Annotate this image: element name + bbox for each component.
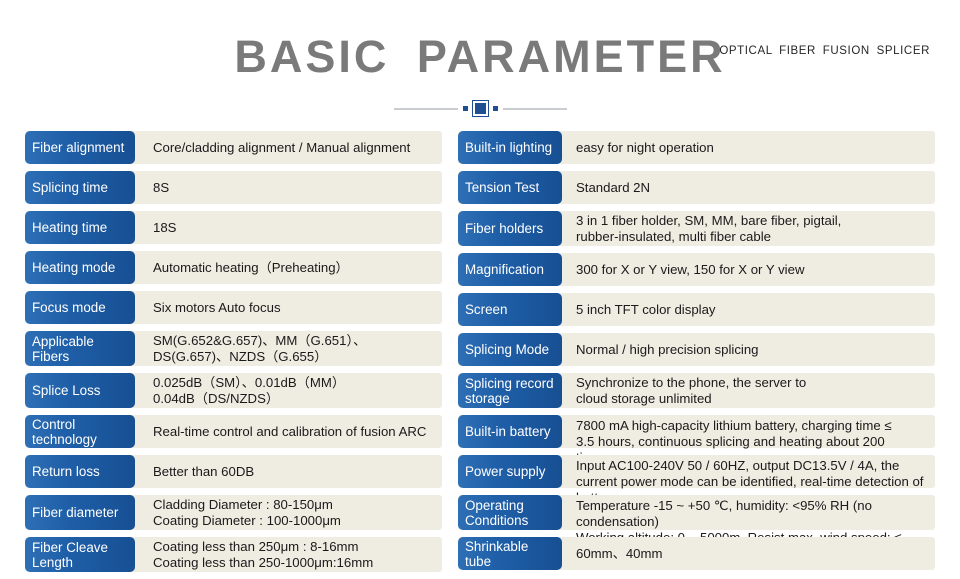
spec-label-operating-conditions: Operating Conditions bbox=[458, 495, 562, 530]
spec-value-text: Normal / high precision splicing bbox=[576, 341, 759, 357]
spec-value-text: Cladding Diameter : 80-150μm Coating Dia… bbox=[153, 496, 341, 528]
spec-value-text: Better than 60DB bbox=[153, 463, 255, 479]
divider-line-right bbox=[502, 107, 567, 110]
spec-column-right: easy for night operation Built-in lightin… bbox=[458, 131, 935, 577]
spec-row: Normal / high precision splicing Splicing… bbox=[458, 333, 935, 366]
spec-value-text: 18S bbox=[153, 219, 177, 235]
divider-square-large bbox=[472, 101, 488, 116]
spec-row: easy for night operation Built-in lightin… bbox=[458, 131, 935, 164]
spec-value-text: SM(G.652&G.657)、MM（G.651）、 DS(G.657)、NZD… bbox=[153, 332, 367, 364]
spec-label-applicable-fibers: Applicable Fibers bbox=[25, 331, 135, 366]
spec-value-text: 5 inch TFT color display bbox=[576, 301, 716, 317]
spec-row: Synchronize to the phone, the server to … bbox=[458, 373, 935, 408]
spec-row: Standard 2N Tension Test bbox=[458, 171, 935, 204]
spec-label-heating-mode: Heating mode bbox=[25, 251, 135, 284]
spec-row: Core/cladding alignment / Manual alignme… bbox=[25, 131, 442, 164]
spec-label-splicing-record-storage: Splicing record storage bbox=[458, 373, 562, 408]
spec-row: 300 for X or Y view, 150 for X or Y view… bbox=[458, 253, 935, 286]
spec-row: 0.025dB（SM）、0.01dB（MM） 0.04dB（DS/NZDS） Sp… bbox=[25, 373, 442, 408]
spec-label-heating-time: Heating time bbox=[25, 211, 135, 244]
spec-label-screen: Screen bbox=[458, 293, 562, 326]
spec-value-text: 8S bbox=[153, 179, 170, 195]
spec-row: 7800 mA high-capacity lithium battery, c… bbox=[458, 415, 935, 465]
spec-value-text: Standard 2N bbox=[576, 179, 651, 195]
spec-value-text: Synchronize to the phone, the server to … bbox=[576, 374, 807, 406]
spec-label-magnification: Magnification bbox=[458, 253, 562, 286]
product-category-label: OPTICAL FIBER FUSION SPLICER bbox=[719, 45, 930, 57]
spec-label-built-in-battery: Built-in battery bbox=[458, 415, 562, 448]
spec-row: Six motors Auto focus Focus mode bbox=[25, 291, 442, 324]
spec-row: Input AC100-240V 50 / 60HZ, output DC13.… bbox=[458, 455, 935, 505]
spec-value-text: easy for night operation bbox=[576, 139, 714, 155]
spec-value-text: Six motors Auto focus bbox=[153, 299, 281, 315]
divider-square-small-right bbox=[492, 106, 498, 111]
spec-row: 60mm、40mm Shrinkable tube bbox=[458, 537, 935, 570]
spec-label-tension-test: Tension Test bbox=[458, 171, 562, 204]
spec-value-text: Core/cladding alignment / Manual alignme… bbox=[153, 139, 411, 155]
spec-label-built-in-lighting: Built-in lighting bbox=[458, 131, 562, 164]
spec-column-left: Core/cladding alignment / Manual alignme… bbox=[25, 131, 442, 579]
spec-row: SM(G.652&G.657)、MM（G.651）、 DS(G.657)、NZD… bbox=[25, 331, 442, 366]
spec-row: Cladding Diameter : 80-150μm Coating Dia… bbox=[25, 495, 442, 530]
spec-label-focus-mode: Focus mode bbox=[25, 291, 135, 324]
spec-row: Automatic heating（Preheating） Heating mod… bbox=[25, 251, 442, 284]
spec-label-splicing-time: Splicing time bbox=[25, 171, 135, 204]
spec-value-text: Automatic heating（Preheating） bbox=[153, 259, 349, 275]
decorative-divider bbox=[365, 101, 595, 116]
spec-label-power-supply: Power supply bbox=[458, 455, 562, 488]
spec-value-text: 0.025dB（SM）、0.01dB（MM） 0.04dB（DS/NZDS） bbox=[153, 374, 346, 406]
spec-row: Temperature -15 ~ +50 ℃, humidity: <95% … bbox=[458, 495, 935, 561]
spec-value-text: Real-time control and calibration of fus… bbox=[153, 423, 427, 439]
spec-row: 8S Splicing time bbox=[25, 171, 442, 204]
specifications-table: Core/cladding alignment / Manual alignme… bbox=[0, 131, 960, 572]
spec-row: 5 inch TFT color display Screen bbox=[458, 293, 935, 326]
page-header: BASIC PARAMETER OPTICAL FIBER FUSION SPL… bbox=[0, 0, 960, 128]
spec-value-text: 300 for X or Y view, 150 for X or Y view bbox=[576, 261, 805, 277]
divider-square-small-left bbox=[462, 106, 468, 111]
spec-label-return-loss: Return loss bbox=[25, 455, 135, 488]
spec-label-shrinkable-tube: Shrinkable tube bbox=[458, 537, 562, 570]
divider-line-left bbox=[393, 107, 458, 110]
spec-label-splice-loss: Splice Loss bbox=[25, 373, 135, 408]
spec-label-splicing-mode: Splicing Mode bbox=[458, 333, 562, 366]
spec-row: 18S Heating time bbox=[25, 211, 442, 244]
spec-value-text: 3 in 1 fiber holder, SM, MM, bare fiber,… bbox=[576, 212, 842, 244]
spec-row: 3 in 1 fiber holder, SM, MM, bare fiber,… bbox=[458, 211, 935, 246]
spec-label-fiber-diameter: Fiber diameter bbox=[25, 495, 135, 530]
spec-label-fiber-alignment: Fiber alignment bbox=[25, 131, 135, 164]
spec-row: Better than 60DB Return loss bbox=[25, 455, 442, 488]
spec-row: Real-time control and calibration of fus… bbox=[25, 415, 442, 448]
spec-label-fiber-holders: Fiber holders bbox=[458, 211, 562, 246]
spec-value-text: 60mm、40mm bbox=[576, 545, 663, 561]
spec-label-control-technology: Control technology bbox=[25, 415, 135, 448]
